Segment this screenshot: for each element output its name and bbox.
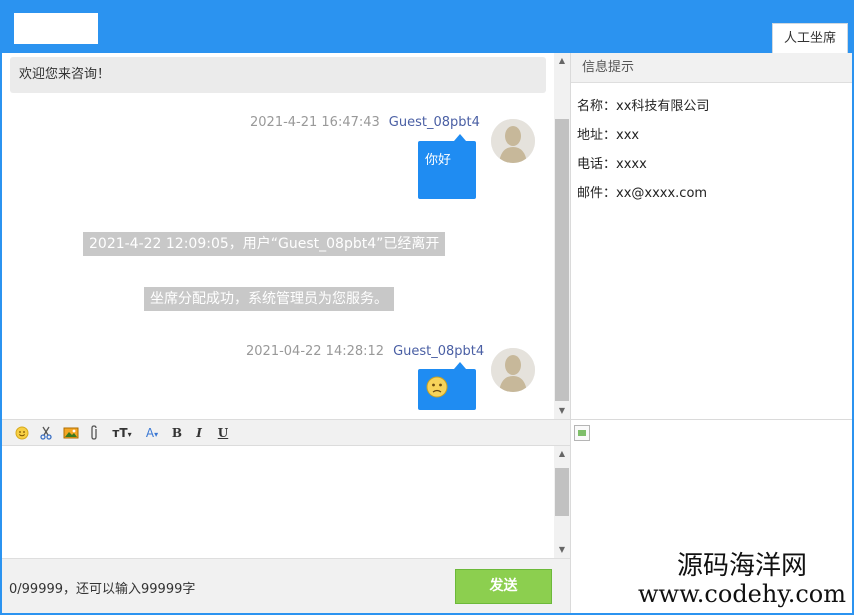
logo: [14, 13, 98, 44]
paperclip-icon[interactable]: [86, 424, 102, 442]
italic-icon[interactable]: I: [192, 424, 206, 442]
info-panel-title: 信息提示: [571, 53, 852, 83]
emoji-icon[interactable]: [14, 424, 30, 442]
company-name: 名称：xx科技有限公司: [577, 99, 710, 114]
char-count: 0/99999，还可以输入99999字: [9, 582, 196, 597]
company-email: 邮件：xx@xxxx.com: [577, 186, 708, 201]
system-notice: 2021-4-22 12:09:05，用户“Guest_08pbt4”已经离开: [83, 232, 446, 256]
watermark: 源码海洋网 www.codehy.com: [638, 551, 846, 607]
welcome-message: 欢迎您来咨询！: [10, 57, 546, 93]
broken-image-icon: [574, 425, 590, 441]
scroll-thumb[interactable]: [555, 468, 569, 516]
font-size-icon[interactable]: тT▾: [110, 424, 134, 442]
message-time: 2021-4-21 16:47:43: [250, 115, 380, 130]
scroll-down-arrow-icon[interactable]: ▼: [554, 542, 570, 558]
company-address: 地址：xxx: [577, 128, 640, 143]
scroll-up-arrow-icon[interactable]: ▲: [554, 446, 570, 462]
image-icon[interactable]: [62, 424, 80, 442]
chat-history: 欢迎您来咨询！ 2021-4-21 16:47:43 Guest_08pbt4 你…: [2, 53, 570, 419]
tab-human-agent[interactable]: 人工坐席: [772, 23, 848, 53]
system-notice: 坐席分配成功，系统管理员为您服务。: [144, 287, 394, 311]
avatar: [491, 348, 535, 392]
watermark-url: www.codehy.com: [638, 580, 846, 608]
font-color-icon[interactable]: A▾: [142, 424, 162, 442]
message-time: 2021-04-22 14:28:12: [246, 344, 385, 359]
message-bubble: [418, 362, 476, 410]
message-username: Guest_08pbt4: [388, 115, 480, 130]
info-panel: 信息提示 名称：xx科技有限公司 地址：xxx 电话：xxxx 邮件：xx@xx…: [570, 53, 852, 419]
message-username: Guest_08pbt4: [393, 344, 485, 359]
company-phone: 电话：xxxx: [577, 157, 647, 172]
scroll-down-arrow-icon[interactable]: ▼: [554, 403, 570, 419]
sad-emoji-icon: [426, 376, 448, 398]
font-color-label: A: [145, 426, 155, 440]
message-bubble: 你好: [418, 134, 476, 199]
top-header: 人工坐席: [2, 2, 852, 53]
chat-scrollbar[interactable]: ▲ ▼: [554, 53, 570, 419]
user-avatar-icon: [491, 348, 535, 392]
avatar: [491, 119, 535, 163]
message-text: 你好: [425, 153, 452, 168]
watermark-cn: 源码海洋网: [677, 551, 808, 581]
editor-toolbar: тT▾ A▾ B I U: [2, 419, 570, 446]
user-avatar-icon: [491, 119, 535, 163]
scissors-icon[interactable]: [38, 424, 54, 442]
underline-icon[interactable]: U: [216, 424, 230, 442]
send-button[interactable]: 发送: [455, 569, 552, 604]
font-size-label: тT: [112, 426, 128, 440]
message-input[interactable]: ▲ ▼: [2, 446, 570, 558]
input-scrollbar[interactable]: ▲ ▼: [554, 446, 570, 558]
scroll-thumb[interactable]: [555, 119, 569, 401]
scroll-up-arrow-icon[interactable]: ▲: [554, 53, 570, 69]
composer-footer: 0/99999，还可以输入99999字 发送: [2, 558, 570, 613]
message-meta: 2021-04-22 14:28:12 Guest_08pbt4: [246, 344, 484, 359]
message-meta: 2021-4-21 16:47:43 Guest_08pbt4: [250, 115, 480, 130]
bold-icon[interactable]: B: [170, 424, 184, 442]
